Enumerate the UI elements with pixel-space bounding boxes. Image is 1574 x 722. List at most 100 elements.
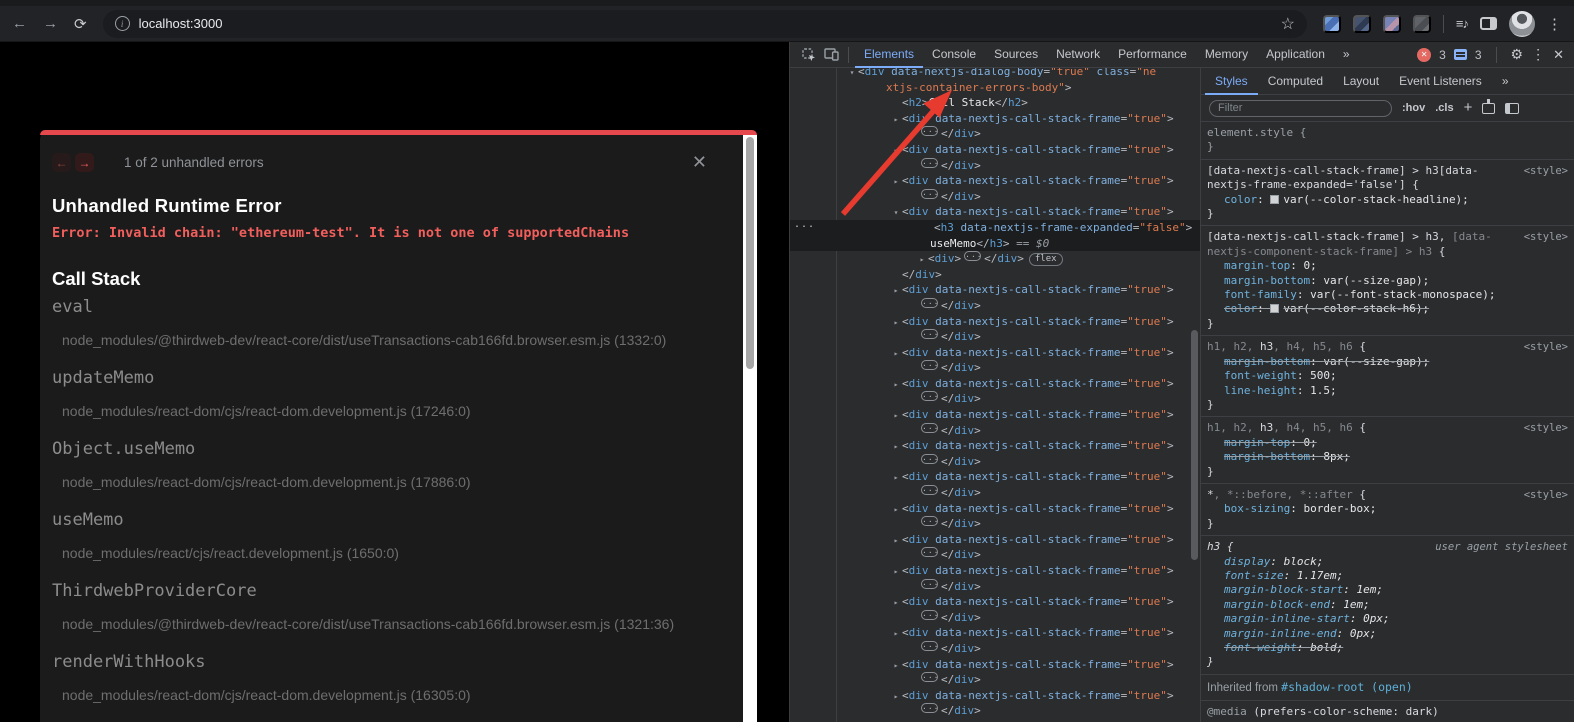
tab-computed[interactable]: Computed	[1258, 68, 1333, 95]
dom-node-row[interactable]: ▸<div data-nextjs-call-stack-frame="true…	[790, 376, 1200, 392]
close-overlay-icon[interactable]: ✕	[692, 152, 707, 173]
collapsed-content-icon[interactable]	[921, 641, 938, 651]
css-property[interactable]: margin-inline-end: 0px;	[1207, 627, 1568, 641]
dom-node-row[interactable]: ▾<div data-nextjs-call-stack-frame="true…	[790, 204, 1200, 220]
dom-node-row[interactable]: </div>	[790, 126, 1200, 142]
css-property[interactable]: display: block;	[1207, 555, 1568, 569]
dom-node-row[interactable]: </div>	[790, 579, 1200, 595]
css-property[interactable]: margin-inline-start: 0px;	[1207, 612, 1568, 626]
dom-node-row[interactable]: </div>	[790, 189, 1200, 205]
stylesheet-link[interactable]: <style>	[1524, 340, 1568, 354]
toggle-element-state-button[interactable]: :hov	[1402, 102, 1425, 114]
tab-console[interactable]: Console	[923, 42, 985, 68]
expand-arrow-icon[interactable]: ▸	[890, 439, 902, 455]
dom-node-row[interactable]: </div>	[790, 485, 1200, 501]
dom-node-row[interactable]: </div>	[790, 641, 1200, 657]
dom-node-row[interactable]: ▸<div data-nextjs-call-stack-frame="true…	[790, 625, 1200, 641]
inspect-element-icon[interactable]	[798, 44, 820, 66]
element-classes-button[interactable]: .cls	[1435, 102, 1453, 114]
css-property[interactable]: color: var(--color-stack-headline);	[1207, 193, 1568, 207]
collapsed-content-icon[interactable]	[921, 189, 938, 199]
back-button[interactable]: ←	[12, 15, 27, 32]
css-property[interactable]: margin-top: 0;	[1207, 436, 1568, 450]
collapsed-content-icon[interactable]	[921, 579, 938, 589]
collapsed-content-icon[interactable]	[921, 516, 938, 526]
overlay-scrollbar-thumb[interactable]	[746, 137, 754, 369]
side-panel-icon[interactable]	[1480, 17, 1497, 30]
css-property[interactable]: font-weight: 500;	[1207, 369, 1568, 383]
dom-node-row[interactable]: ▸<div data-nextjs-call-stack-frame="true…	[790, 469, 1200, 485]
media-controls-icon[interactable]: ≡♪	[1456, 16, 1468, 31]
expand-arrow-icon[interactable]: ▸	[890, 283, 902, 299]
color-swatch[interactable]	[1270, 304, 1279, 313]
device-toolbar-icon[interactable]	[820, 44, 842, 66]
rule-selector[interactable]: <style>[data-nextjs-call-stack-frame] > …	[1207, 230, 1568, 259]
console-error-icon[interactable]: ✕	[1417, 48, 1431, 62]
dom-node-row[interactable]: </div>	[790, 547, 1200, 563]
forward-button[interactable]: →	[43, 15, 58, 32]
stylesheet-link[interactable]: <style>	[1524, 230, 1568, 244]
collapsed-content-icon[interactable]	[921, 423, 938, 433]
issues-icon[interactable]	[1454, 49, 1467, 60]
css-property[interactable]: margin-bottom: var(--size-gap);	[1207, 274, 1568, 288]
css-property[interactable]: margin-bottom: var(--size-gap);	[1207, 355, 1568, 369]
issues-count[interactable]: 3	[1475, 48, 1482, 62]
expand-arrow-icon[interactable]: ▸	[890, 143, 902, 159]
dom-node-row[interactable]: </div>	[790, 703, 1200, 719]
dom-node-row[interactable]: </div>	[790, 516, 1200, 532]
stylesheet-link[interactable]: user agent stylesheet	[1435, 540, 1568, 554]
dom-node-row[interactable]: ▸<div data-nextjs-call-stack-frame="true…	[790, 314, 1200, 330]
dom-node-row[interactable]: ...<h3 data-nextjs-frame-expanded="false…	[790, 220, 1200, 236]
expand-arrow-icon[interactable]: ▸	[890, 174, 902, 190]
dom-node-row[interactable]: </div>	[790, 610, 1200, 626]
dom-tree-scrollbar-thumb[interactable]	[1191, 330, 1198, 560]
tab-styles[interactable]: Styles	[1205, 68, 1258, 95]
expand-arrow-icon[interactable]: ▸	[890, 564, 902, 580]
tab-application[interactable]: Application	[1257, 42, 1334, 68]
dom-node-row[interactable]: xtjs-container-errors-body">	[790, 80, 1200, 96]
stylesheet-link[interactable]: <style>	[1524, 488, 1568, 502]
dom-node-row[interactable]: ▸<div data-nextjs-call-stack-frame="true…	[790, 407, 1200, 423]
expand-arrow-icon[interactable]: ▸	[890, 502, 902, 518]
expand-arrow-icon[interactable]: ▸	[916, 252, 928, 268]
css-property[interactable]: font-family: var(--font-stack-monospace)…	[1207, 288, 1568, 302]
dom-node-row[interactable]: ▸<div data-nextjs-call-stack-frame="true…	[790, 594, 1200, 610]
collapsed-content-icon[interactable]	[921, 391, 938, 401]
flex-badge[interactable]: flex	[1029, 253, 1063, 266]
collapsed-content-icon[interactable]	[921, 610, 938, 620]
tab-elements[interactable]: Elements	[855, 42, 923, 68]
dom-node-row[interactable]: </div>	[790, 391, 1200, 407]
collapsed-content-icon[interactable]	[921, 703, 938, 713]
rule-selector[interactable]: element.style {	[1207, 126, 1568, 140]
address-bar[interactable]: i localhost:3000 ☆	[103, 10, 1307, 38]
css-property[interactable]: margin-block-end: 1em;	[1207, 598, 1568, 612]
dom-node-row[interactable]: ▸<div data-nextjs-call-stack-frame="true…	[790, 657, 1200, 673]
dom-node-row[interactable]: ▸<div data-nextjs-call-stack-frame="true…	[790, 532, 1200, 548]
stylesheet-link[interactable]: <style>	[1524, 421, 1568, 435]
dom-node-row[interactable]: ▾<div data-nextjs-dialog-body="true" cla…	[790, 68, 1200, 80]
dom-node-row[interactable]: ▸<div data-nextjs-call-stack-frame="true…	[790, 438, 1200, 454]
collapsed-content-icon[interactable]	[921, 454, 938, 464]
tab-sources[interactable]: Sources	[985, 42, 1047, 68]
css-property[interactable]: color: var(--color-stack-h6);	[1207, 302, 1568, 316]
css-property[interactable]: box-sizing: border-box;	[1207, 502, 1568, 516]
collapsed-content-icon[interactable]	[921, 126, 938, 136]
styles-filter-input[interactable]	[1209, 100, 1392, 117]
collapsed-content-icon[interactable]	[921, 485, 938, 495]
previous-error-button[interactable]: ←	[52, 153, 71, 172]
dom-node-row[interactable]: </div>	[790, 454, 1200, 470]
tab-layout[interactable]: Layout	[1333, 68, 1389, 95]
profile-avatar[interactable]	[1509, 11, 1535, 37]
extension-icon-1[interactable]	[1323, 15, 1341, 33]
rendering-emulation-icon[interactable]	[1482, 103, 1495, 114]
dom-node-row[interactable]: ▸<div data-nextjs-call-stack-frame="true…	[790, 563, 1200, 579]
collapsed-content-icon[interactable]	[921, 547, 938, 557]
collapsed-content-icon[interactable]	[921, 158, 938, 168]
expand-arrow-icon[interactable]: ▸	[890, 377, 902, 393]
dom-node-row[interactable]: </div>	[790, 360, 1200, 376]
dom-node-row[interactable]: </div>	[790, 423, 1200, 439]
devtools-settings-icon[interactable]: ⚙	[1511, 46, 1524, 63]
collapsed-content-icon[interactable]	[921, 360, 938, 370]
css-property[interactable]: margin-block-start: 1em;	[1207, 583, 1568, 597]
devtools-menu-icon[interactable]: ⋮	[1531, 46, 1545, 63]
